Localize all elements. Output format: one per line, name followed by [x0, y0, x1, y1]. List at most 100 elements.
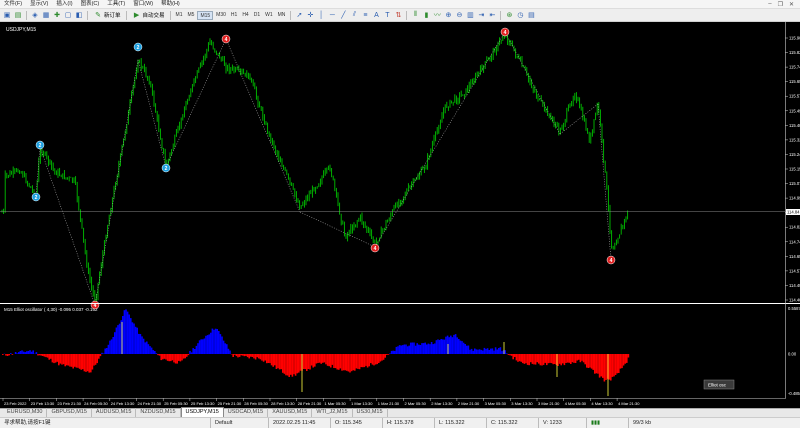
line-chart-icon[interactable]: 〰 [432, 10, 442, 20]
tf-m30[interactable]: M30 [214, 11, 228, 20]
tf-mn[interactable]: MN [276, 11, 288, 20]
candlestick-icon[interactable]: ▮ [421, 10, 431, 20]
tab-audusd[interactable]: AUDUSD,M15 [92, 408, 136, 417]
menu-help[interactable]: 帮助(H) [157, 0, 184, 9]
tab-wti[interactable]: WTI_J2,M15 [312, 408, 352, 417]
tf-m15[interactable]: M15 [197, 11, 213, 20]
text-icon[interactable]: A [371, 10, 381, 20]
osc-bar [589, 354, 591, 368]
tf-m1[interactable]: M1 [174, 11, 185, 20]
osc-bar [180, 354, 182, 361]
menu-view[interactable]: 显示(V) [26, 0, 52, 9]
osc-bar [482, 351, 484, 355]
tf-w1[interactable]: W1 [263, 11, 275, 20]
osc-bar [23, 352, 25, 354]
price-label: 114.65 [789, 254, 800, 259]
tab-us30[interactable]: US30,M15 [353, 408, 388, 417]
wave-lines-group [36, 32, 611, 305]
osc-bar [404, 345, 406, 355]
osc-bar [82, 354, 84, 369]
osc-bar [380, 354, 382, 362]
osc-bar [63, 354, 65, 364]
chart-window[interactable]: USDJPY,M15 M15 Elliot oscillator ( 4,30)… [0, 22, 800, 408]
vertical-line-icon[interactable]: │ [316, 10, 326, 20]
navigator-icon[interactable]: ✚ [52, 10, 62, 20]
autotrade-button[interactable]: ▶ 自动交易 [130, 10, 167, 20]
cursor-icon[interactable]: ➚ [294, 10, 304, 20]
osc-bar [514, 354, 516, 357]
chart-tabs: EURUSD,M30 GBPUSD,M15 AUDUSD,M15 NZDUSD,… [0, 408, 800, 417]
terminal-icon[interactable]: ▢ [63, 10, 73, 20]
market-watch-icon[interactable]: ◈ [30, 10, 40, 20]
osc-bar [279, 354, 281, 369]
osc-bar [490, 349, 492, 354]
osc-bar [31, 352, 33, 354]
osc-bar [263, 354, 265, 362]
osc-bar [471, 349, 473, 354]
osc-bar [488, 350, 490, 354]
tf-m5[interactable]: M5 [185, 11, 196, 20]
fibonacci-icon[interactable]: ≡ [360, 10, 370, 20]
strategy-tester-icon[interactable]: ◧ [74, 10, 84, 20]
osc-bar [399, 345, 401, 354]
profiles-icon[interactable]: ▤ [13, 10, 23, 20]
new-order-button[interactable]: ✎ 新订单 [91, 10, 123, 20]
osc-bar [548, 354, 550, 363]
osc-bar [48, 354, 50, 360]
osc-bar [228, 349, 230, 354]
zoom-in-icon[interactable]: ⊕ [443, 10, 453, 20]
horizontal-line-icon[interactable]: ─ [327, 10, 337, 20]
tab-usdcad[interactable]: USDCAD,M15 [224, 408, 268, 417]
new-chart-icon[interactable]: ▣ [2, 10, 12, 20]
osc-bar [402, 345, 404, 354]
osc-bar [453, 335, 455, 354]
tile-windows-icon[interactable]: ▥ [465, 10, 475, 20]
channel-icon[interactable]: ⫽ [349, 10, 359, 20]
osc-bar [436, 340, 438, 354]
templates-icon[interactable]: ▤ [526, 10, 536, 20]
zoom-out-icon[interactable]: ⊖ [454, 10, 464, 20]
minimize-icon[interactable]: – [768, 1, 771, 8]
tf-d1[interactable]: D1 [252, 11, 262, 20]
tab-gbpusd[interactable]: GBPUSD,M15 [47, 408, 91, 417]
data-window-icon[interactable]: ▦ [41, 10, 51, 20]
osc-bar [300, 354, 302, 371]
menu-tools[interactable]: 工具(T) [103, 0, 129, 9]
tab-xauusd[interactable]: XAUUSD,M15 [268, 408, 312, 417]
trendline-icon[interactable]: ╱ [338, 10, 348, 20]
autoscroll-icon[interactable]: ⇥ [476, 10, 486, 20]
label-icon[interactable]: T [382, 10, 392, 20]
tab-nzdusd[interactable]: NZDUSD,M15 [136, 408, 180, 417]
osc-bar [242, 354, 244, 356]
osc-bar [543, 354, 545, 365]
tab-eurusd[interactable]: EURUSD,M30 [3, 408, 47, 417]
bar-chart-icon[interactable]: ⫴ [410, 10, 420, 20]
osc-bar [469, 350, 471, 354]
osc-bar [95, 354, 97, 365]
osc-bar [450, 336, 452, 354]
periods-icon[interactable]: ◷ [515, 10, 525, 20]
tf-h4[interactable]: H4 [240, 11, 250, 20]
close-icon[interactable]: ✕ [789, 1, 794, 8]
tf-h1[interactable]: H1 [229, 11, 239, 20]
osc-bar [474, 349, 476, 355]
chart-canvas[interactable]: USDJPY,M15 M15 Elliot oscillator ( 4,30)… [0, 22, 800, 408]
chart-shift-icon[interactable]: ⇤ [487, 10, 497, 20]
osc-bar [261, 354, 263, 361]
menu-file[interactable]: 文件(F) [0, 0, 26, 9]
crosshair-icon[interactable]: ✛ [305, 10, 315, 20]
osc-bar [623, 354, 625, 366]
indicators-icon[interactable]: ⊛ [504, 10, 514, 20]
menu-window[interactable]: 窗口(W) [129, 0, 157, 9]
tab-usdjpy[interactable]: USDJPY,M15 [181, 407, 224, 417]
osc-bar [610, 354, 612, 381]
arrows-icon[interactable]: ⇅ [393, 10, 403, 20]
osc-bar [429, 344, 431, 354]
menu-insert[interactable]: 插入(I) [52, 0, 76, 9]
menu-charts[interactable]: 图表(C) [77, 0, 104, 9]
osc-bar [567, 354, 569, 363]
osc-bar [210, 333, 212, 354]
osc-bar [405, 345, 407, 355]
osc-bar [274, 354, 276, 365]
restore-icon[interactable]: ❐ [778, 1, 783, 8]
